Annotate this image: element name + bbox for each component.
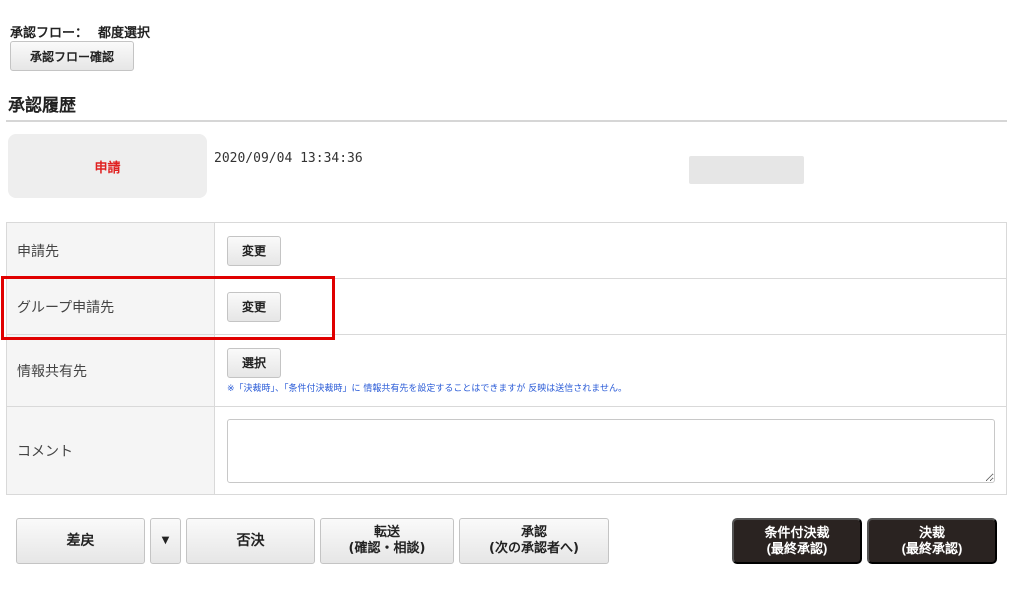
group-recipient-label: グループ申請先: [6, 278, 215, 335]
approval-flow-label: 承認フロー：: [10, 26, 89, 41]
redacted-approver-name: [689, 156, 804, 184]
info-share-select-button[interactable]: 選択: [227, 347, 281, 378]
info-share-note: ※「決裁時」、「条件付決裁時」に 情報共有先を設定することはできますが 反映は送…: [227, 383, 627, 394]
application-form-table: 申請先 変更 グループ申請先 変更 情報共有先 選択 ※「決裁時」、「条件付決裁…: [6, 222, 1007, 495]
form-row-comment: コメント: [6, 406, 1007, 495]
reject-button[interactable]: 否決: [186, 518, 315, 564]
approve-button[interactable]: 承認 (次の承認者へ): [459, 518, 609, 564]
recipient-change-button[interactable]: 変更: [227, 235, 281, 266]
comment-label: コメント: [6, 406, 215, 495]
form-row-info-share: 情報共有先 選択 ※「決裁時」、「条件付決裁時」に 情報共有先を設定することはで…: [6, 334, 1007, 407]
return-button[interactable]: 差戻: [16, 518, 145, 564]
forward-button[interactable]: 転送 (確認・相談): [320, 518, 454, 564]
conditional-final-approval-button[interactable]: 条件付決裁 (最終承認): [732, 518, 862, 564]
approval-flow-line: 承認フロー： 都度選択: [10, 22, 150, 41]
status-badge: 申請: [8, 134, 207, 198]
comment-textarea[interactable]: [227, 418, 995, 483]
form-row-group-recipient: グループ申請先 変更: [6, 278, 1007, 335]
group-recipient-change-button[interactable]: 変更: [227, 291, 281, 322]
approval-history-title: 承認履歴: [8, 96, 76, 116]
return-dropdown-icon[interactable]: ▼: [150, 518, 181, 564]
info-share-label: 情報共有先: [6, 334, 215, 407]
approval-flow-confirm-button[interactable]: 承認フロー確認: [10, 41, 134, 71]
recipient-label: 申請先: [6, 222, 215, 279]
section-divider: [6, 120, 1007, 122]
form-row-recipient: 申請先 変更: [6, 222, 1007, 279]
history-datetime: 2020/09/04 13:34:36: [214, 151, 363, 166]
approval-flow-value: 都度選択: [98, 26, 151, 41]
final-approval-button[interactable]: 決裁 (最終承認): [867, 518, 997, 564]
